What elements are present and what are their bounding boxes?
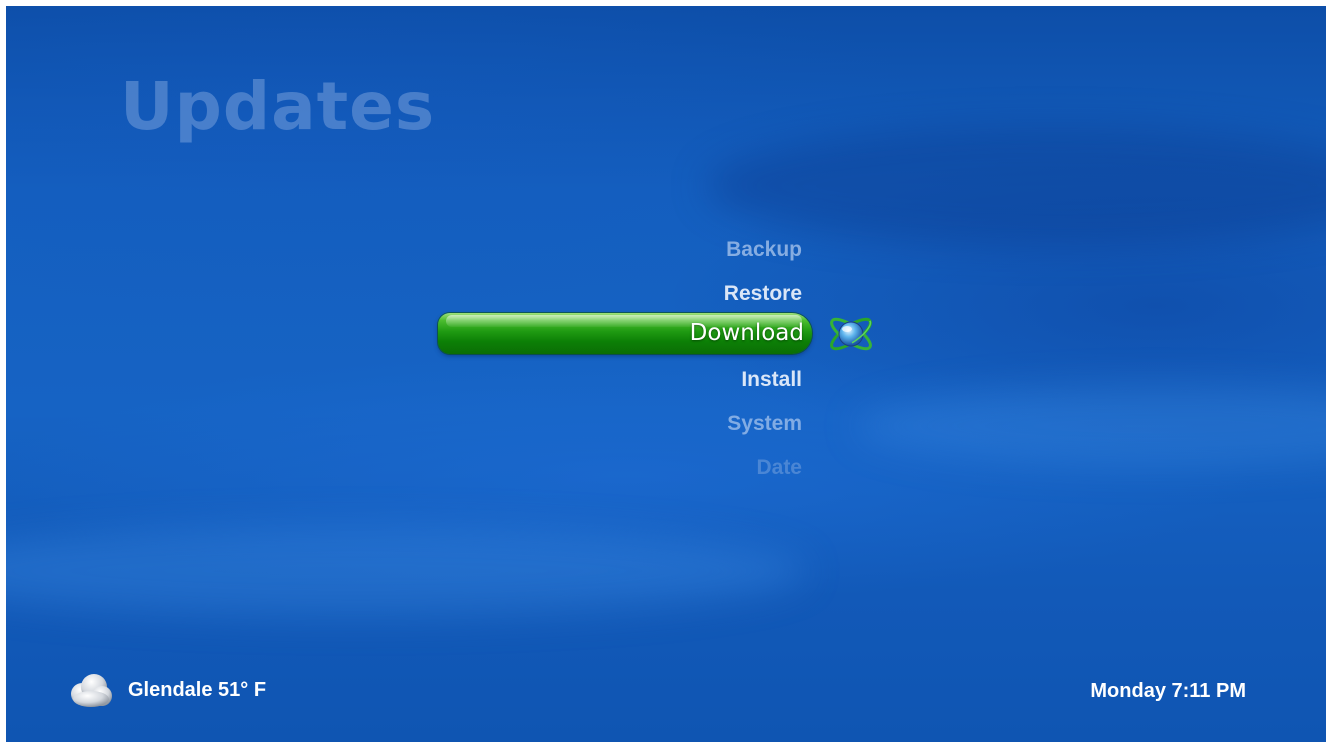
menu-item-date[interactable]: Date	[756, 456, 802, 480]
cloud-icon	[71, 674, 112, 707]
menu-item-restore[interactable]: Restore	[724, 282, 802, 306]
weather-status: Glendale 51° F	[66, 670, 266, 710]
menu-item-download-label: Download	[689, 320, 804, 346]
menu-item-download[interactable]: Download	[438, 313, 812, 354]
menu-item-install[interactable]: Install	[741, 368, 802, 392]
weather-text: Glendale 51° F	[128, 678, 267, 701]
updates-menu: Backup Restore Download Install System D…	[6, 6, 1326, 742]
clock-text: Monday 7:11 PM	[1090, 680, 1246, 702]
menu-item-backup[interactable]: Backup	[726, 238, 802, 262]
media-center-screen: Updates Backup Restore Download Install …	[6, 6, 1326, 742]
menu-item-system[interactable]: System	[727, 412, 802, 436]
atom-orbit-icon	[830, 317, 872, 351]
